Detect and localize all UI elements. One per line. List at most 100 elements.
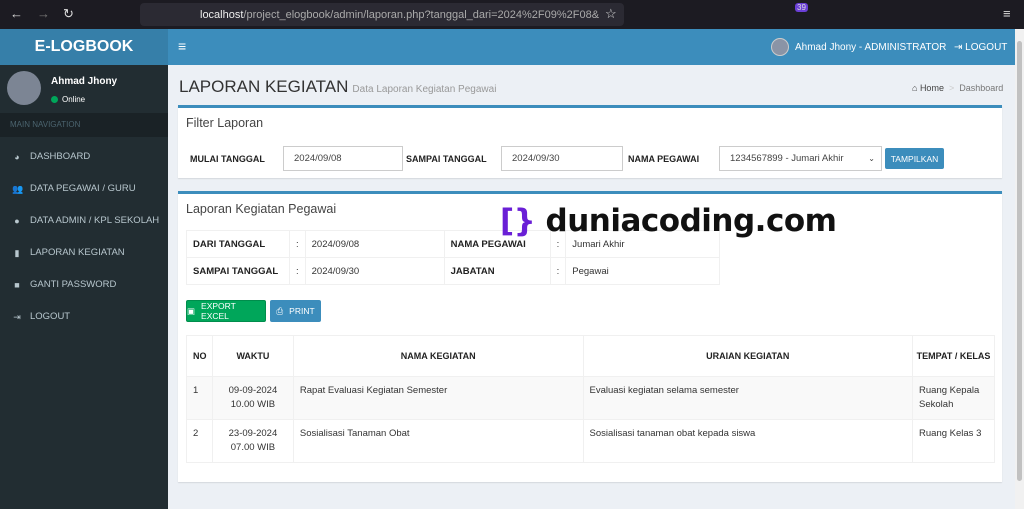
breadcrumb: ⌂ Home > Dashboard — [912, 83, 1003, 93]
cell-waktu: 09-09-2024 10.00 WIB — [211, 376, 294, 420]
column-header: WAKTU — [211, 335, 294, 377]
top-header: E-LOGBOOK ≡ Ahmad Jhony - ADMINISTRATOR … — [0, 29, 1015, 65]
colon: : — [289, 257, 306, 285]
kegiatan-table: NO WAKTU NAMA KEGIATAN URAIAN KEGIATAN T… — [186, 335, 995, 463]
avatar — [771, 38, 789, 56]
user-name: Ahmad Jhony — [51, 76, 118, 87]
page-subtitle: Data Laporan Kegiatan Pegawai — [352, 84, 497, 95]
cell-nama: Rapat Evaluasi Kegiatan Semester — [292, 376, 584, 420]
header-logout-button[interactable]: ⇥ LOGOUT — [954, 42, 1007, 53]
sidebar-item-data-pegawai[interactable]: 👥 DATA PEGAWAI / GURU — [0, 173, 168, 205]
waktu-date: 09-09-2024 — [228, 385, 278, 396]
online-dot-icon — [51, 96, 58, 103]
chevron-down-icon: ⌄ — [868, 154, 875, 163]
dashboard-icon: ◕ — [14, 152, 20, 162]
bookmark-star-icon[interactable]: ☆ — [605, 6, 617, 22]
extension-badge[interactable]: 39 — [795, 3, 808, 12]
column-header: TEMPAT / KELAS — [912, 335, 995, 377]
sidebar-item-data-admin[interactable]: ● DATA ADMIN / KPL SEKOLAH — [0, 205, 168, 237]
watermark-text: duniacoding.com — [545, 203, 837, 239]
header-user-name: Ahmad Jhony - ADMINISTRATOR — [795, 41, 947, 53]
cell-tempat: Ruang Kelas 3 — [912, 419, 995, 463]
scrollbar[interactable] — [1015, 29, 1024, 509]
jabatan-value: Pegawai — [565, 257, 721, 285]
sampai-tanggal-label: SAMPAI TANGGAL — [406, 154, 487, 164]
sidebar-item-label: DASHBOARD — [30, 151, 91, 162]
home-icon: ⌂ — [912, 83, 920, 93]
column-header: NAMA KEGIATAN — [292, 335, 584, 377]
cell-no: 2 — [186, 419, 213, 463]
sidebar-item-label: LAPORAN KEGIATAN — [30, 247, 125, 258]
waktu-time: 10.00 WIB — [230, 399, 276, 410]
export-label: EXPORT EXCEL — [201, 301, 236, 321]
print-label: PRINT — [289, 306, 315, 316]
nama-pegawai-select[interactable]: 1234567899 - Jumari Akhir ⌄ — [719, 146, 882, 171]
sign-out-icon: ⇥ — [13, 312, 21, 322]
sidebar-item-logout[interactable]: ⇥ LOGOUT — [0, 301, 168, 333]
user-icon: ● — [14, 216, 20, 226]
filter-title: Filter Laporan — [186, 116, 264, 130]
status-label: Online — [62, 95, 86, 104]
sign-out-icon: ⇥ — [954, 42, 966, 53]
select-value: 1234567899 - Jumari Akhir — [730, 153, 844, 164]
page-title-text: LAPORAN KEGIATAN — [179, 77, 349, 96]
brand-logo[interactable]: E-LOGBOOK — [0, 29, 168, 65]
nama-pegawai-label: NAMA PEGAWAI — [628, 154, 700, 164]
url-host: localhost — [200, 8, 244, 21]
sidebar-item-dashboard[interactable]: ◕ DASHBOARD — [0, 141, 168, 173]
breadcrumb-home[interactable]: Home — [920, 83, 944, 93]
column-header: URAIAN KEGIATAN — [582, 335, 914, 377]
lock-icon: ■ — [14, 280, 20, 290]
column-header: NO — [186, 335, 213, 377]
mulai-tanggal-label: MULAI TANGGAL — [190, 154, 265, 164]
cell-waktu: 23-09-2024 07.00 WIB — [211, 419, 294, 463]
scrollbar-thumb[interactable] — [1017, 41, 1022, 481]
dari-tanggal-value: 2024/09/08 — [304, 230, 445, 258]
url-path: /project_elogbook/admin/laporan.php?tang… — [243, 8, 600, 21]
status-online: Online — [51, 95, 85, 104]
reload-icon[interactable]: ↻ — [63, 6, 74, 22]
mulai-tanggal-input[interactable]: 2024/09/08 — [283, 146, 403, 171]
print-icon: ⎙ — [276, 305, 284, 316]
dari-tanggal-label: DARI TANGGAL — [186, 230, 290, 258]
excel-icon: ▣ — [187, 305, 196, 316]
sidebar-toggle-icon[interactable]: ≡ — [178, 38, 186, 54]
sidebar-item-ganti-password[interactable]: ■ GANTI PASSWORD — [0, 269, 168, 301]
page-title: LAPORAN KEGIATAN Data Laporan Kegiatan Pe… — [179, 77, 496, 97]
sidebar-item-laporan[interactable]: ▮ LAPORAN KEGIATAN — [0, 237, 168, 269]
back-icon[interactable]: ← — [10, 6, 23, 21]
waktu-time: 07.00 WIB — [230, 442, 276, 453]
export-excel-button[interactable]: ▣ EXPORT EXCEL — [186, 300, 266, 322]
cell-no: 1 — [186, 376, 213, 420]
cell-uraian: Evaluasi kegiatan selama semester — [582, 376, 914, 420]
tampilkan-button[interactable]: TAMPILKAN — [885, 148, 944, 169]
logout-label: LOGOUT — [965, 42, 1008, 53]
cell-uraian: Sosialisasi tanaman obat kepada siswa — [582, 419, 914, 463]
cell-nama: Sosialisasi Tanaman Obat — [292, 419, 584, 463]
table-row: 1 09-09-2024 10.00 WIB Rapat Evaluasi Kegia… — [186, 376, 995, 420]
forward-icon[interactable]: → — [37, 6, 50, 21]
browser-toolbar: ← → ↻ localhost/project_elogbook/admin/l… — [0, 0, 1024, 29]
report-title: Laporan Kegiatan Pegawai — [186, 202, 337, 216]
sidebar: Ahmad Jhony Online MAIN NAVIGATION ◕ DASH… — [0, 65, 168, 509]
sampai-tanggal-input[interactable]: 2024/09/30 — [501, 146, 623, 171]
filter-box: Filter Laporan MULAI TANGGAL 2024/09/08 … — [178, 105, 1002, 178]
sidebar-item-label: DATA PEGAWAI / GURU — [30, 183, 136, 194]
waktu-date: 23-09-2024 — [228, 428, 278, 439]
breadcrumb-separator: > — [948, 83, 955, 93]
sidebar-item-label: GANTI PASSWORD — [30, 279, 117, 290]
nav-header: MAIN NAVIGATION — [0, 113, 168, 137]
cell-tempat: Ruang Kepala Sekolah — [912, 376, 995, 420]
breadcrumb-current: Dashboard — [959, 83, 1004, 93]
file-icon: ▮ — [14, 248, 20, 258]
print-button[interactable]: ⎙ PRINT — [270, 300, 321, 322]
sampai-tanggal-value: 2024/09/30 — [304, 257, 445, 285]
header-user[interactable]: Ahmad Jhony - ADMINISTRATOR — [771, 38, 946, 56]
avatar — [7, 71, 41, 105]
table-row: 2 23-09-2024 07.00 WIB Sosialisasi Tanaman … — [186, 419, 995, 463]
menu-icon[interactable]: ≡ — [1003, 6, 1011, 21]
colon: : — [289, 230, 306, 258]
address-bar[interactable]: localhost/project_elogbook/admin/laporan… — [140, 3, 624, 26]
brace-logo-icon: [} — [500, 203, 536, 239]
users-icon: 👥 — [12, 184, 24, 194]
